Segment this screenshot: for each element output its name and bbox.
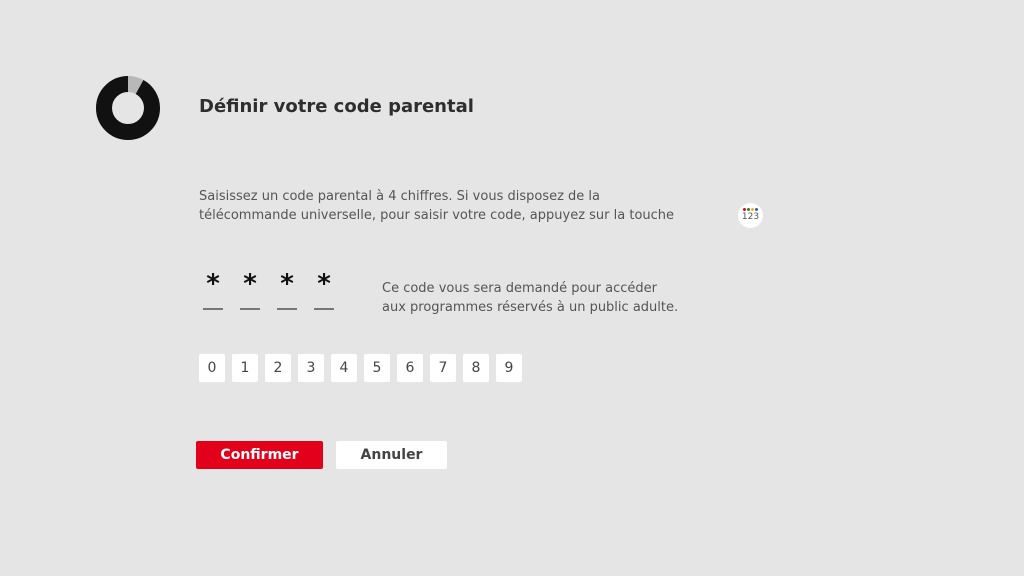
progress-ring-icon: [96, 76, 160, 140]
digit-keypad: 0 1 2 3 4 5 6 7 8 9: [199, 354, 522, 382]
code-digit-underline: [314, 308, 334, 310]
keypad-key-0[interactable]: 0: [199, 354, 225, 382]
instructions-text: Saisissez un code parental à 4 chiffres.…: [199, 187, 759, 225]
code-digit-underline: [203, 308, 223, 310]
keypad-key-3[interactable]: 3: [298, 354, 324, 382]
green-dot-icon: [747, 208, 750, 211]
yellow-dot-icon: [751, 208, 754, 211]
code-digit-mask: *: [280, 269, 294, 299]
keypad-key-4[interactable]: 4: [331, 354, 357, 382]
code-digit-slot[interactable]: *: [314, 268, 334, 314]
remote-key-color-dots: [743, 208, 758, 211]
code-hint-text: Ce code vous sera demandé pour accéder a…: [382, 279, 678, 317]
keypad-key-7[interactable]: 7: [430, 354, 456, 382]
keypad-key-2[interactable]: 2: [265, 354, 291, 382]
code-digit-slot[interactable]: *: [240, 268, 260, 314]
remote-key-label: 123: [741, 212, 760, 222]
code-hint-line-1: Ce code vous sera demandé pour accéder: [382, 281, 657, 296]
cancel-button[interactable]: Annuler: [336, 441, 447, 469]
page-title: Définir votre code parental: [199, 96, 474, 117]
code-digit-slot[interactable]: *: [203, 268, 223, 314]
keypad-key-9[interactable]: 9: [496, 354, 522, 382]
keypad-key-5[interactable]: 5: [364, 354, 390, 382]
code-hint-line-2: aux programmes réservés à un public adul…: [382, 300, 679, 315]
keypad-key-8[interactable]: 8: [463, 354, 489, 382]
code-digit-mask: *: [243, 269, 257, 299]
code-digit-mask: *: [317, 269, 331, 299]
instructions-line-2: télécommande universelle, pour saisir vo…: [199, 208, 675, 223]
confirm-button[interactable]: Confirmer: [196, 441, 323, 469]
code-digit-underline: [240, 308, 260, 310]
keypad-key-6[interactable]: 6: [397, 354, 423, 382]
red-dot-icon: [743, 208, 746, 211]
code-digit-underline: [277, 308, 297, 310]
instructions-line-1: Saisissez un code parental à 4 chiffres.…: [199, 189, 601, 204]
code-digit-mask: *: [206, 269, 220, 299]
code-digit-slot[interactable]: *: [277, 268, 297, 314]
remote-123-key-icon: 123: [738, 203, 763, 228]
code-entry[interactable]: * * * *: [203, 268, 334, 314]
keypad-key-1[interactable]: 1: [232, 354, 258, 382]
blue-dot-icon: [755, 208, 758, 211]
